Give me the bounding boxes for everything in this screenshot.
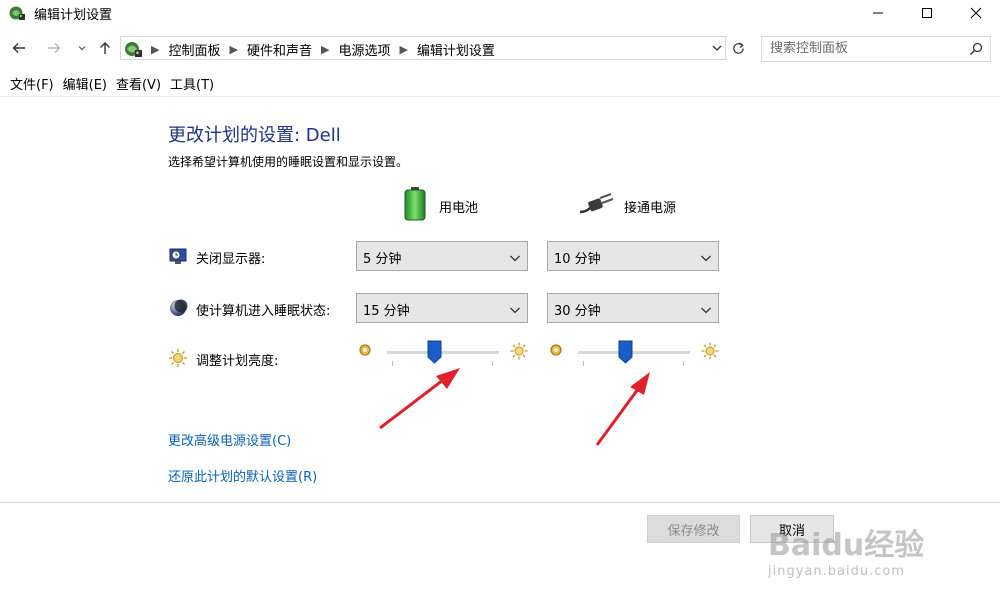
- control-panel-icon: [123, 39, 143, 59]
- search-input[interactable]: [770, 41, 960, 56]
- breadcrumb-separator-icon: ▶: [151, 43, 160, 56]
- forward-arrow-icon[interactable]: [44, 38, 64, 58]
- display-off-plugged-select[interactable]: 10 分钟: [547, 241, 719, 271]
- power-plug-icon: [578, 192, 614, 220]
- moon-icon: [168, 298, 188, 318]
- sleep-battery-value: 15 分钟: [363, 304, 410, 319]
- display-off-label: 关闭显示器:: [196, 252, 266, 267]
- menu-tools[interactable]: 工具(T): [170, 74, 214, 94]
- brightness-label: 调整计划亮度:: [196, 354, 279, 369]
- column-label-plugged: 接通电源: [624, 200, 677, 216]
- breadcrumb-separator-icon: ▶: [229, 43, 238, 56]
- menu-file[interactable]: 文件(F): [10, 74, 54, 94]
- menu-divider: [0, 96, 1000, 97]
- watermark-url: jingyan.baidu.com: [768, 564, 905, 579]
- address-dropdown-chevron-icon[interactable]: [711, 42, 723, 58]
- breadcrumb-power-options[interactable]: 电源选项: [338, 40, 390, 59]
- cancel-button[interactable]: 取消: [750, 515, 834, 543]
- chevron-down-icon: [700, 252, 712, 267]
- brightness-low-icon: [358, 343, 372, 361]
- brightness-plugged-slider[interactable]: [549, 340, 735, 380]
- save-button[interactable]: 保存修改: [647, 515, 740, 543]
- monitor-clock-icon: [168, 246, 188, 266]
- sleep-battery-select[interactable]: 15 分钟: [356, 293, 528, 323]
- column-label-battery: 用电池: [439, 200, 479, 216]
- slider-tick: [492, 361, 493, 366]
- chevron-down-icon: [509, 252, 521, 267]
- sleep-plugged-select[interactable]: 30 分钟: [547, 293, 719, 323]
- slider-track: [578, 351, 690, 354]
- title-bar: 编辑计划设置: [0, 0, 1000, 26]
- slider-thumb[interactable]: [427, 340, 442, 364]
- brightness-sun-icon: [168, 348, 188, 368]
- page-subtitle: 选择希望计算机使用的睡眠设置和显示设置。: [168, 155, 409, 169]
- breadcrumb-control-panel[interactable]: 控制面板: [168, 40, 220, 59]
- column-header-battery: 用电池: [403, 187, 478, 225]
- sleep-label: 使计算机进入睡眠状态:: [196, 304, 331, 319]
- restore-defaults-link[interactable]: 还原此计划的默认设置(R): [168, 466, 317, 485]
- column-header-plugged: 接通电源: [578, 192, 676, 220]
- chevron-down-icon: [700, 304, 712, 319]
- chevron-down-icon: [509, 304, 521, 319]
- slider-thumb[interactable]: [618, 340, 633, 364]
- minimize-button[interactable]: [854, 0, 902, 26]
- recent-locations-chevron-icon[interactable]: [72, 38, 92, 58]
- breadcrumb-hardware-sound[interactable]: 硬件和声音: [247, 40, 312, 59]
- breadcrumb: ▶ 控制面板 ▶ 硬件和声音 ▶ 电源选项 ▶ 编辑计划设置: [147, 40, 495, 59]
- slider-tick: [583, 361, 584, 366]
- brightness-battery-slider[interactable]: [358, 340, 544, 380]
- breadcrumb-edit-plan[interactable]: 编辑计划设置: [417, 40, 495, 59]
- slider-tick: [683, 361, 684, 366]
- back-arrow-icon[interactable]: [9, 38, 29, 58]
- sleep-plugged-value: 30 分钟: [554, 304, 601, 319]
- up-arrow-icon[interactable]: [95, 38, 115, 58]
- brightness-low-icon: [549, 343, 563, 361]
- power-options-icon: [8, 4, 26, 22]
- address-bar[interactable]: ▶ 控制面板 ▶ 硬件和声音 ▶ 电源选项 ▶ 编辑计划设置: [120, 36, 726, 60]
- breadcrumb-separator-icon: ▶: [399, 43, 408, 56]
- display-off-battery-select[interactable]: 5 分钟: [356, 241, 528, 271]
- battery-icon: [403, 187, 427, 225]
- footer-divider: [0, 502, 1000, 503]
- red-arrow-icon: [595, 372, 650, 446]
- menu-view[interactable]: 查看(V): [116, 74, 161, 94]
- breadcrumb-separator-icon: ▶: [320, 43, 330, 56]
- menu-edit[interactable]: 编辑(E): [63, 74, 107, 94]
- page-title: 更改计划的设置: Dell: [168, 125, 341, 146]
- advanced-power-settings-link[interactable]: 更改高级电源设置(C): [168, 430, 291, 449]
- maximize-button[interactable]: [903, 0, 951, 26]
- search-box[interactable]: [761, 36, 991, 62]
- close-button[interactable]: [952, 0, 1000, 26]
- refresh-icon[interactable]: [728, 38, 748, 58]
- display-off-plugged-value: 10 分钟: [554, 252, 601, 267]
- slider-track: [387, 351, 499, 354]
- window-title: 编辑计划设置: [34, 8, 113, 23]
- brightness-high-icon: [701, 342, 719, 364]
- search-icon[interactable]: [969, 42, 983, 60]
- brightness-high-icon: [510, 342, 528, 364]
- menu-bar: 文件(F) 编辑(E) 查看(V) 工具(T): [0, 74, 223, 94]
- display-off-battery-value: 5 分钟: [363, 252, 402, 267]
- slider-tick: [392, 361, 393, 366]
